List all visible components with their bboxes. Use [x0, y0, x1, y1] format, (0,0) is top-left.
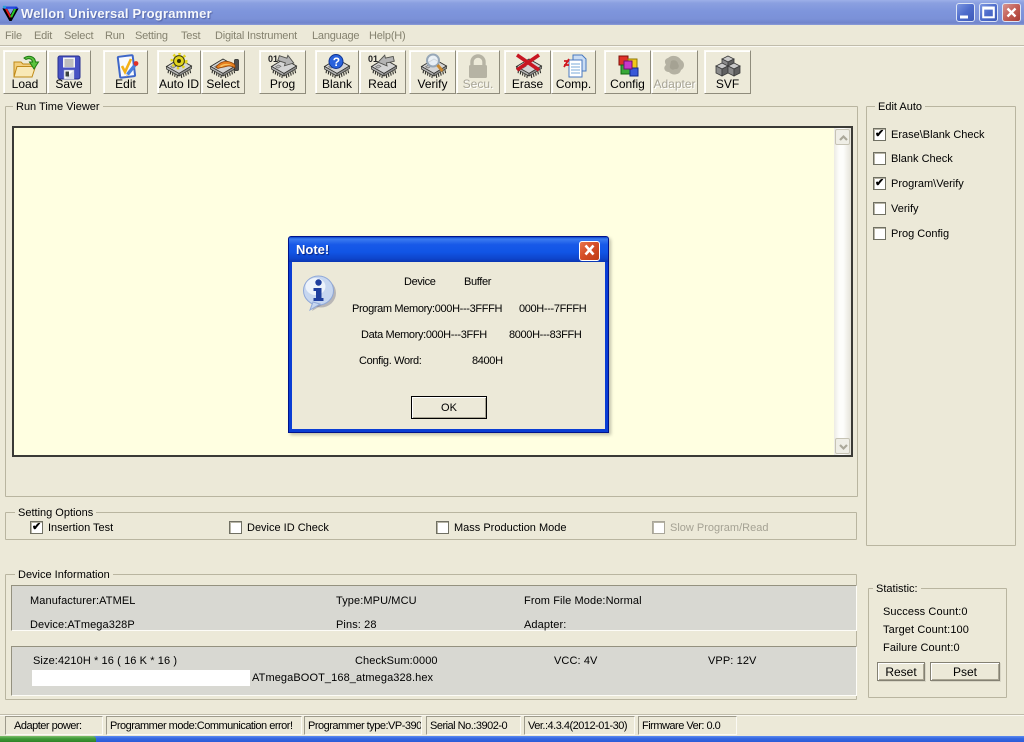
svg-text:01: 01	[268, 54, 278, 64]
svg-text:?: ?	[333, 55, 340, 69]
svg-text:01: 01	[368, 54, 378, 64]
